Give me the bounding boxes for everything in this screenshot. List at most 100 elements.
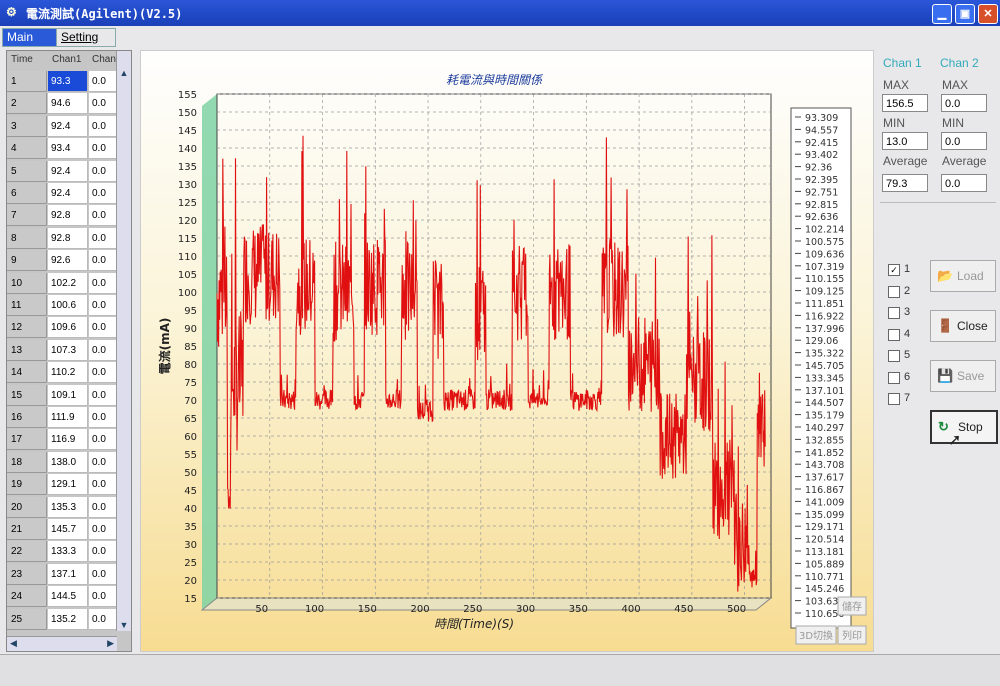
minimize-button[interactable]: ▁ bbox=[932, 4, 952, 24]
table-row[interactable]: 21 145.7 0.0 bbox=[7, 519, 117, 541]
cell-time[interactable]: 1 bbox=[7, 71, 47, 92]
table-row[interactable]: 19 129.1 0.0 bbox=[7, 474, 117, 496]
cell-time[interactable]: 17 bbox=[7, 429, 47, 451]
checkbox-icon[interactable] bbox=[888, 371, 900, 384]
table-row[interactable]: 11 100.6 0.0 bbox=[7, 295, 117, 317]
cell-chan1[interactable]: 138.0 bbox=[48, 451, 88, 473]
table-row[interactable]: 24 144.5 0.0 bbox=[7, 586, 117, 608]
cell-time[interactable]: 14 bbox=[7, 362, 47, 384]
cell-chan2[interactable]: 0.0 bbox=[89, 205, 117, 227]
cell-chan1[interactable]: 102.2 bbox=[48, 272, 88, 294]
checkbox-icon[interactable] bbox=[888, 307, 900, 319]
cell-chan2[interactable]: 0.0 bbox=[89, 183, 117, 204]
cell-time[interactable]: 25 bbox=[7, 608, 47, 630]
toggle-3d-button[interactable]: 3D切換 bbox=[799, 630, 833, 642]
cell-chan2[interactable]: 0.0 bbox=[89, 608, 117, 630]
print-button[interactable]: 列印 bbox=[842, 629, 862, 642]
scroll-right-icon[interactable]: ▶ bbox=[107, 638, 114, 649]
table-row[interactable]: 25 135.2 0.0 bbox=[7, 608, 117, 631]
tab-setting[interactable]: Setting bbox=[56, 28, 116, 47]
cell-time[interactable]: 7 bbox=[7, 205, 47, 227]
cell-chan2[interactable]: 0.0 bbox=[89, 227, 117, 249]
table-row[interactable]: 14 110.2 0.0 bbox=[7, 362, 117, 384]
cell-chan2[interactable]: 0.0 bbox=[89, 138, 117, 160]
cell-chan1[interactable]: 92.6 bbox=[48, 250, 88, 272]
cell-chan2[interactable]: 0.0 bbox=[89, 93, 117, 115]
cell-chan1[interactable]: 100.6 bbox=[48, 295, 88, 316]
load-button[interactable]: 📂 Load bbox=[930, 260, 996, 292]
cell-chan2[interactable]: 0.0 bbox=[89, 496, 117, 518]
cell-chan1[interactable]: 110.2 bbox=[48, 362, 88, 384]
data-grid[interactable]: Time Chan1 Chan 1 93.3 0.0 2 94.6 0.0 3 92.4 0.0… bbox=[6, 50, 132, 652]
table-row[interactable]: 3 92.4 0.0 bbox=[7, 115, 117, 138]
cell-time[interactable]: 6 bbox=[7, 183, 47, 204]
cell-chan2[interactable]: 0.0 bbox=[89, 317, 117, 339]
stop-button[interactable]: ↻ Stop bbox=[930, 410, 998, 444]
cell-chan1[interactable]: 92.8 bbox=[48, 205, 88, 227]
cell-chan2[interactable]: 0.0 bbox=[89, 474, 117, 496]
cell-time[interactable]: 5 bbox=[7, 160, 47, 182]
cell-time[interactable]: 16 bbox=[7, 407, 47, 428]
cell-chan1[interactable]: 92.4 bbox=[48, 115, 88, 137]
cell-chan2[interactable]: 0.0 bbox=[89, 563, 117, 585]
table-row[interactable]: 15 109.1 0.0 bbox=[7, 384, 117, 407]
cell-time[interactable]: 24 bbox=[7, 586, 47, 608]
cell-chan1[interactable]: 129.1 bbox=[48, 474, 88, 496]
table-row[interactable]: 10 102.2 0.0 bbox=[7, 272, 117, 295]
cell-chan1[interactable]: 92.8 bbox=[48, 227, 88, 249]
cell-time[interactable]: 4 bbox=[7, 138, 47, 160]
cell-chan2[interactable]: 0.0 bbox=[89, 295, 117, 316]
cell-chan1[interactable]: 111.9 bbox=[48, 407, 88, 428]
scroll-down-icon[interactable]: ▼ bbox=[118, 619, 130, 631]
cell-time[interactable]: 3 bbox=[7, 115, 47, 137]
cell-chan2[interactable]: 0.0 bbox=[89, 160, 117, 182]
cell-chan2[interactable]: 0.0 bbox=[89, 586, 117, 608]
vertical-scrollbar[interactable]: ▲ ▼ bbox=[116, 51, 131, 631]
table-row[interactable]: 2 94.6 0.0 bbox=[7, 93, 117, 115]
cell-chan2[interactable]: 0.0 bbox=[89, 362, 117, 384]
cell-time[interactable]: 11 bbox=[7, 295, 47, 316]
table-row[interactable]: 20 135.3 0.0 bbox=[7, 496, 117, 519]
cell-time[interactable]: 22 bbox=[7, 541, 47, 563]
checkbox-icon[interactable] bbox=[888, 285, 900, 298]
cell-time[interactable]: 9 bbox=[7, 250, 47, 272]
checkbox-icon[interactable] bbox=[888, 328, 900, 341]
table-row[interactable]: 9 92.6 0.0 bbox=[7, 250, 117, 272]
cell-chan2[interactable]: 0.0 bbox=[89, 115, 117, 137]
cell-chan1[interactable]: 93.4 bbox=[48, 138, 88, 160]
cell-time[interactable]: 10 bbox=[7, 272, 47, 294]
scroll-up-icon[interactable]: ▲ bbox=[118, 67, 130, 79]
table-row[interactable]: 6 92.4 0.0 bbox=[7, 183, 117, 205]
cell-chan2[interactable]: 0.0 bbox=[89, 429, 117, 451]
cell-time[interactable]: 15 bbox=[7, 384, 47, 406]
cell-time[interactable]: 19 bbox=[7, 474, 47, 496]
table-row[interactable]: 4 93.4 0.0 bbox=[7, 138, 117, 160]
cell-chan2[interactable]: 0.0 bbox=[89, 519, 117, 540]
cell-time[interactable]: 12 bbox=[7, 317, 47, 339]
table-row[interactable]: 18 138.0 0.0 bbox=[7, 451, 117, 474]
maximize-button[interactable]: ▣ bbox=[955, 4, 975, 24]
cell-chan2[interactable]: 0.0 bbox=[89, 272, 117, 294]
cell-chan1[interactable]: 135.3 bbox=[48, 496, 88, 518]
close-button[interactable]: 🚪 Close bbox=[930, 310, 996, 342]
save-button[interactable]: 💾 Save bbox=[930, 360, 996, 392]
cell-time[interactable]: 2 bbox=[7, 93, 47, 115]
cell-time[interactable]: 8 bbox=[7, 227, 47, 249]
cell-chan2[interactable]: 0.0 bbox=[89, 250, 117, 272]
cell-chan1[interactable]: 144.5 bbox=[48, 586, 88, 608]
table-row[interactable]: 8 92.8 0.0 bbox=[7, 227, 117, 250]
cell-chan1[interactable]: 135.2 bbox=[48, 608, 88, 630]
cell-time[interactable]: 21 bbox=[7, 519, 47, 540]
close-window-button[interactable]: ✕ bbox=[978, 4, 998, 24]
checkbox-icon[interactable]: ✓ bbox=[888, 264, 900, 276]
cell-chan1[interactable]: 92.4 bbox=[48, 183, 88, 204]
table-row[interactable]: 16 111.9 0.0 bbox=[7, 407, 117, 429]
cell-time[interactable]: 13 bbox=[7, 339, 47, 361]
cell-chan1[interactable]: 109.6 bbox=[48, 317, 88, 339]
cell-time[interactable]: 23 bbox=[7, 563, 47, 585]
cell-chan1[interactable]: 107.3 bbox=[48, 339, 88, 361]
cell-chan2[interactable]: 0.0 bbox=[89, 541, 117, 563]
cell-time[interactable]: 18 bbox=[7, 451, 47, 473]
checkbox-icon[interactable] bbox=[888, 393, 900, 405]
cell-chan2[interactable]: 0.0 bbox=[89, 407, 117, 428]
